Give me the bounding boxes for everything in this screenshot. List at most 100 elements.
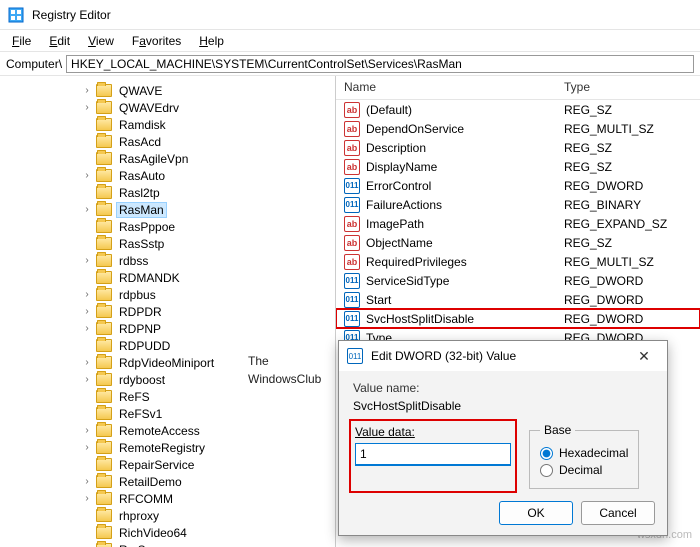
menu-view[interactable]: View: [80, 32, 122, 50]
tree-item-remoteregistry[interactable]: ›RemoteRegistry: [0, 439, 335, 456]
tree-label: QWAVEdrv: [116, 101, 182, 115]
tree-item-rdpvideominiport[interactable]: ›RdpVideoMiniport: [0, 354, 335, 371]
expand-icon[interactable]: ›: [80, 204, 94, 215]
title-bar: Registry Editor: [0, 0, 700, 30]
expand-icon[interactable]: ›: [80, 289, 94, 300]
tree-label: RichVideo64: [116, 526, 190, 540]
menu-help[interactable]: Help: [191, 32, 232, 50]
list-row[interactable]: 011ServiceSidTypeREG_DWORD: [336, 271, 700, 290]
expand-icon[interactable]: ›: [80, 85, 94, 96]
folder-icon: [96, 203, 112, 216]
tree-item-qwave[interactable]: ›QWAVE: [0, 82, 335, 99]
radio-hex-input[interactable]: [540, 447, 553, 460]
list-row[interactable]: abObjectNameREG_SZ: [336, 233, 700, 252]
tree-item-refsv1[interactable]: ReFSv1: [0, 405, 335, 422]
cancel-button[interactable]: Cancel: [581, 501, 655, 525]
list-row[interactable]: abDependOnServiceREG_MULTI_SZ: [336, 119, 700, 138]
tree-item-retaildemo[interactable]: ›RetailDemo: [0, 473, 335, 490]
list-row[interactable]: abImagePathREG_EXPAND_SZ: [336, 214, 700, 233]
radio-dec[interactable]: Decimal: [540, 463, 628, 477]
list-row[interactable]: ab(Default)REG_SZ: [336, 100, 700, 119]
expand-icon[interactable]: ›: [80, 323, 94, 334]
folder-icon: [96, 220, 112, 233]
tree-item-remoteaccess[interactable]: ›RemoteAccess: [0, 422, 335, 439]
tree-label: RFCOMM: [116, 492, 176, 506]
tree-item-rdpdr[interactable]: › RDPDR: [0, 303, 335, 320]
list-row[interactable]: 011ErrorControlREG_DWORD: [336, 176, 700, 195]
regedit-icon: [8, 7, 24, 23]
tree-item-rasl2tp[interactable]: Rasl2tp: [0, 184, 335, 201]
list-row[interactable]: 011StartREG_DWORD: [336, 290, 700, 309]
value-data-input[interactable]: [355, 443, 511, 466]
folder-icon: [96, 254, 112, 267]
tree-item-qwavedrv[interactable]: › QWAVEdrv: [0, 99, 335, 116]
folder-icon: [96, 305, 112, 318]
tree-label: rdpbus: [116, 288, 159, 302]
value-data-label: Value data:: [355, 425, 511, 439]
expand-icon[interactable]: ›: [80, 374, 94, 385]
tree-item-rfcomm[interactable]: › RFCOMM: [0, 490, 335, 507]
tree-item-ramdisk[interactable]: Ramdisk: [0, 116, 335, 133]
tree-pane[interactable]: ›QWAVE›QWAVEdrvRamdiskRasAcdRasAgileVpn›…: [0, 76, 336, 547]
tree-item-rdyboost[interactable]: › rdyboost: [0, 371, 335, 388]
list-row[interactable]: 011FailureActionsREG_BINARY: [336, 195, 700, 214]
close-icon[interactable]: ✕: [629, 348, 659, 365]
menu-favorites[interactable]: Favorites: [124, 32, 189, 50]
expand-icon[interactable]: ›: [80, 476, 94, 487]
folder-icon: [96, 475, 112, 488]
tree-item-repairservice[interactable]: RepairService: [0, 456, 335, 473]
folder-icon: [96, 407, 112, 420]
col-name[interactable]: Name: [336, 76, 556, 99]
tree-label: rdyboost: [116, 373, 168, 387]
col-type[interactable]: Type: [556, 76, 676, 99]
expand-icon[interactable]: ›: [80, 102, 94, 113]
value-name: Start: [366, 293, 391, 307]
expand-icon[interactable]: ›: [80, 425, 94, 436]
expand-icon[interactable]: ›: [80, 306, 94, 317]
tree-item-rasagilevpn[interactable]: RasAgileVpn: [0, 150, 335, 167]
tree-item-raspppoe[interactable]: RasPppoe: [0, 218, 335, 235]
tree-item-rasman[interactable]: ›RasMan: [0, 201, 335, 218]
address-input[interactable]: [66, 55, 694, 73]
list-body[interactable]: ab(Default)REG_SZabDependOnServiceREG_MU…: [336, 100, 700, 347]
tree-item-rasauto[interactable]: ›RasAuto: [0, 167, 335, 184]
list-row[interactable]: 011SvcHostSplitDisableREG_DWORD: [336, 309, 700, 328]
expand-icon[interactable]: ›: [80, 357, 94, 368]
folder-icon: [96, 101, 112, 114]
tree-item-rdpudd[interactable]: RDPUDD: [0, 337, 335, 354]
tree-item-rassstp[interactable]: RasSstp: [0, 235, 335, 252]
expand-icon[interactable]: ›: [80, 442, 94, 453]
folder-icon: [96, 152, 112, 165]
value-type: REG_DWORD: [556, 312, 676, 326]
value-type: REG_SZ: [556, 236, 676, 250]
folder-icon: [96, 441, 112, 454]
binary-icon: 011: [344, 292, 360, 308]
window-title: Registry Editor: [32, 8, 111, 22]
tree-label: rdbss: [116, 254, 151, 268]
tree-item-rdpbus[interactable]: › rdpbus: [0, 286, 335, 303]
expand-icon[interactable]: ›: [80, 255, 94, 266]
tree-item-rdmandk[interactable]: RDMANDK: [0, 269, 335, 286]
folder-icon: [96, 509, 112, 522]
tree-item-rmsvc[interactable]: ›RmSvc: [0, 541, 335, 547]
tree-item-rdpnp[interactable]: ›RDPNP: [0, 320, 335, 337]
menu-edit[interactable]: Edit: [41, 32, 78, 50]
value-name: ImagePath: [366, 217, 424, 231]
tree-item-rasacd[interactable]: RasAcd: [0, 133, 335, 150]
expand-icon[interactable]: ›: [80, 493, 94, 504]
tree-label: RasAgileVpn: [116, 152, 191, 166]
tree-item-refs[interactable]: ReFS: [0, 388, 335, 405]
tree-item-rdbss[interactable]: › rdbss: [0, 252, 335, 269]
dialog-title: Edit DWORD (32-bit) Value: [371, 349, 629, 363]
radio-hex[interactable]: Hexadecimal: [540, 446, 628, 460]
ok-button[interactable]: OK: [499, 501, 573, 525]
tree-item-rhproxy[interactable]: rhproxy: [0, 507, 335, 524]
list-row[interactable]: abRequiredPrivilegesREG_MULTI_SZ: [336, 252, 700, 271]
expand-icon[interactable]: ›: [80, 170, 94, 181]
list-row[interactable]: abDescriptionREG_SZ: [336, 138, 700, 157]
tree-item-richvideo64[interactable]: RichVideo64: [0, 524, 335, 541]
tree-label: RDPDR: [116, 305, 165, 319]
list-row[interactable]: abDisplayNameREG_SZ: [336, 157, 700, 176]
menu-file[interactable]: File: [4, 32, 39, 50]
radio-dec-input[interactable]: [540, 464, 553, 477]
